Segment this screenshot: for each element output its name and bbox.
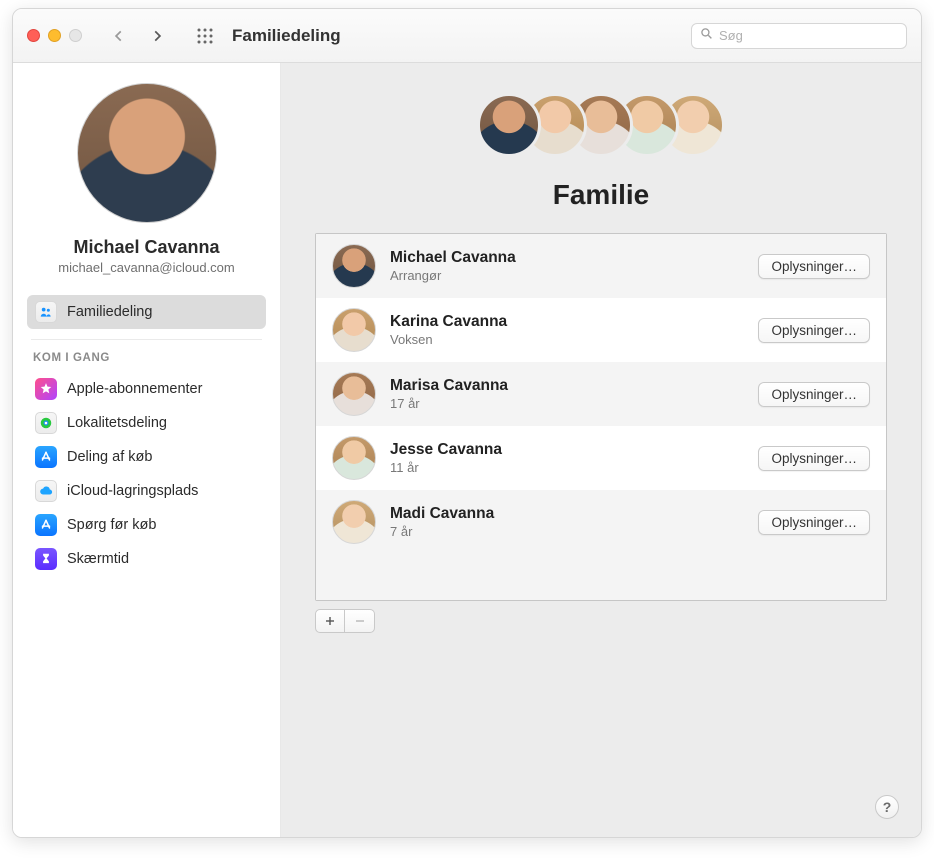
help-button[interactable]: ?	[875, 795, 899, 819]
profile-block: Michael Cavanna michael_cavanna@icloud.c…	[27, 83, 266, 275]
window-body: Michael Cavanna michael_cavanna@icloud.c…	[13, 63, 921, 837]
member-name: Madi Cavanna	[390, 505, 744, 523]
zoom-window-button[interactable]	[69, 29, 82, 42]
sidebar-item-label: Deling af køb	[67, 449, 152, 465]
sidebar-item-location-sharing[interactable]: Lokalitetsdeling	[27, 406, 266, 440]
sidebar-separator	[31, 339, 262, 340]
family-member-row[interactable]: Marisa Cavanna 17 år Oplysninger…	[316, 362, 886, 426]
sidebar-item-purchase-sharing[interactable]: Deling af køb	[27, 440, 266, 474]
sidebar-item-label: iCloud-lagringsplads	[67, 483, 198, 499]
sidebar-item-label: Spørg før køb	[67, 517, 156, 533]
hourglass-icon	[35, 548, 57, 570]
preferences-window: Familiedeling Michael Cavanna michael_ca…	[12, 8, 922, 838]
avatar	[332, 372, 376, 416]
sidebar-item-apple-subscriptions[interactable]: Apple-abonnementer	[27, 372, 266, 406]
avatar	[332, 308, 376, 352]
search-field-wrap[interactable]	[691, 23, 907, 49]
titlebar: Familiedeling	[13, 9, 921, 63]
star-icon	[35, 378, 57, 400]
details-button[interactable]: Oplysninger…	[758, 254, 870, 279]
details-button[interactable]: Oplysninger…	[758, 318, 870, 343]
family-icon	[35, 301, 57, 323]
add-remove-controls	[315, 609, 887, 633]
list-padding	[316, 554, 886, 600]
family-member-row[interactable]: Jesse Cavanna 11 år Oplysninger…	[316, 426, 886, 490]
show-all-button[interactable]	[188, 22, 222, 50]
member-role: 7 år	[390, 524, 744, 539]
avatar	[477, 93, 541, 157]
member-name: Jesse Cavanna	[390, 441, 744, 459]
sidebar-nav: Familiedeling KOM I GANG Apple-abonnemen…	[27, 295, 266, 576]
search-icon	[700, 27, 713, 45]
sidebar-item-ask-to-buy[interactable]: Spørg før køb	[27, 508, 266, 542]
family-member-row[interactable]: Madi Cavanna 7 år Oplysninger…	[316, 490, 886, 554]
sidebar-item-icloud-storage[interactable]: iCloud-lagringsplads	[27, 474, 266, 508]
details-button[interactable]: Oplysninger…	[758, 446, 870, 471]
sidebar: Michael Cavanna michael_cavanna@icloud.c…	[13, 63, 281, 837]
member-role: 11 år	[390, 460, 744, 475]
add-member-button[interactable]	[315, 609, 345, 633]
family-avatar-stack	[315, 93, 887, 157]
details-button[interactable]: Oplysninger…	[758, 382, 870, 407]
sidebar-item-label: Skærmtid	[67, 551, 129, 567]
search-input[interactable]	[719, 28, 898, 43]
details-button[interactable]: Oplysninger…	[758, 510, 870, 535]
profile-avatar[interactable]	[77, 83, 217, 223]
avatar	[332, 436, 376, 480]
close-window-button[interactable]	[27, 29, 40, 42]
window-title: Familiedeling	[232, 26, 341, 46]
sidebar-item-label: Familiedeling	[67, 304, 152, 320]
icloud-icon	[35, 480, 57, 502]
back-button[interactable]	[102, 22, 136, 50]
member-name: Marisa Cavanna	[390, 377, 744, 395]
appstore-icon	[35, 514, 57, 536]
avatar	[332, 500, 376, 544]
family-member-row[interactable]: Karina Cavanna Voksen Oplysninger…	[316, 298, 886, 362]
findmy-icon	[35, 412, 57, 434]
member-role: Voksen	[390, 332, 744, 347]
remove-member-button[interactable]	[345, 609, 375, 633]
minimize-window-button[interactable]	[48, 29, 61, 42]
page-title: Familie	[315, 179, 887, 211]
sidebar-item-screen-time[interactable]: Skærmtid	[27, 542, 266, 576]
sidebar-section-header: KOM I GANG	[27, 352, 266, 372]
profile-email: michael_cavanna@icloud.com	[58, 260, 235, 275]
member-name: Michael Cavanna	[390, 249, 744, 267]
profile-name: Michael Cavanna	[73, 237, 219, 258]
forward-button[interactable]	[140, 22, 174, 50]
window-controls	[27, 29, 82, 42]
help-icon: ?	[883, 799, 892, 815]
sidebar-item-label: Lokalitetsdeling	[67, 415, 167, 431]
sidebar-item-label: Apple-abonnementer	[67, 381, 202, 397]
member-role: Arrangør	[390, 268, 744, 283]
main-panel: Familie Michael Cavanna Arrangør Oplysni…	[281, 63, 921, 837]
sidebar-item-family-sharing[interactable]: Familiedeling	[27, 295, 266, 329]
member-role: 17 år	[390, 396, 744, 411]
member-name: Karina Cavanna	[390, 313, 744, 331]
appstore-icon	[35, 446, 57, 468]
avatar	[332, 244, 376, 288]
family-members-list: Michael Cavanna Arrangør Oplysninger… Ka…	[315, 233, 887, 601]
family-member-row[interactable]: Michael Cavanna Arrangør Oplysninger…	[316, 234, 886, 298]
nav-buttons	[102, 22, 174, 50]
